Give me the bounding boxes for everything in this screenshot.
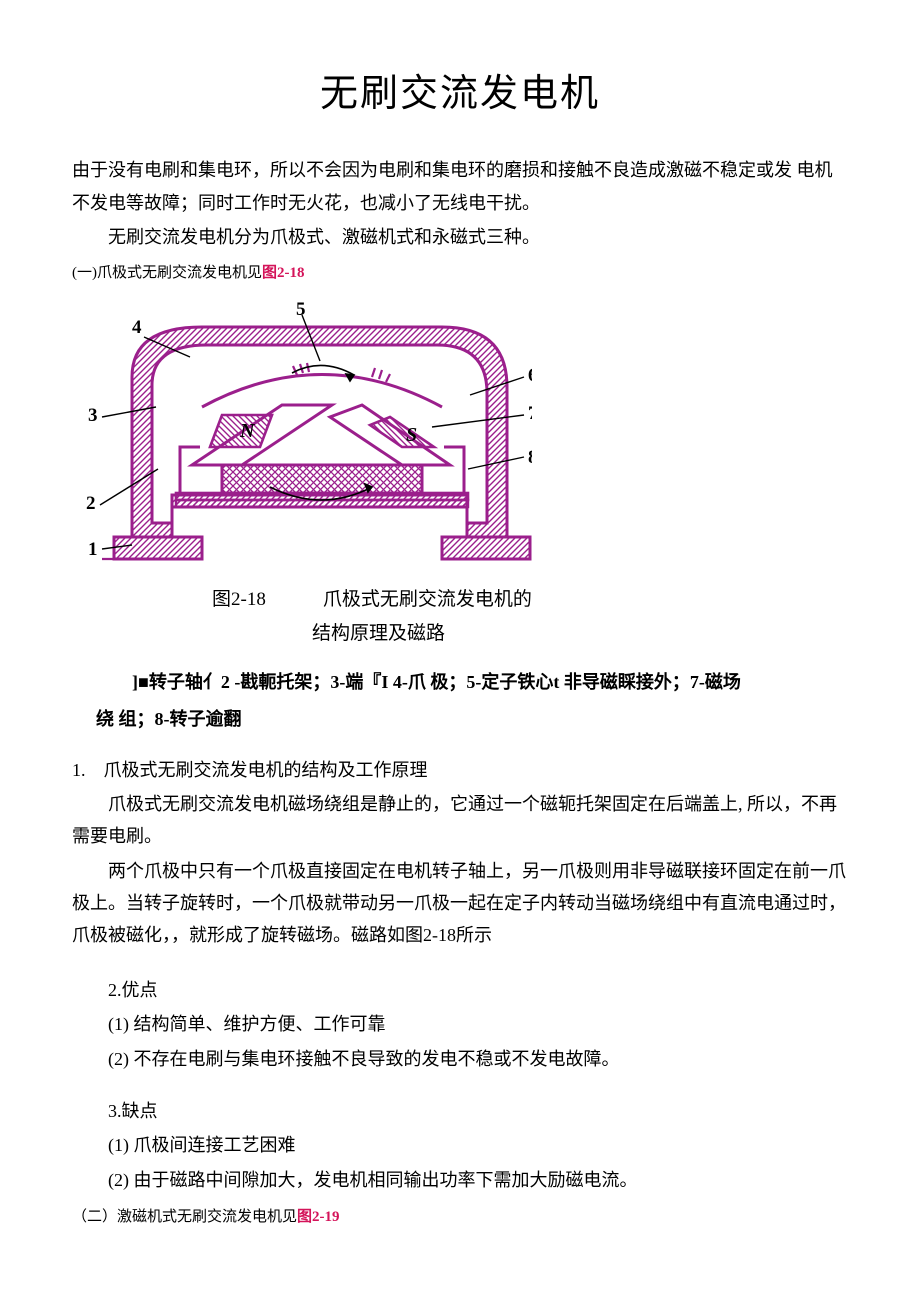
- figure-label-7: 7: [528, 403, 532, 424]
- disadvantages-block: 3.缺点 (1) 爪极间连接工艺困难 (2) 由于磁路中间隙加大，发电机相同输出…: [72, 1095, 848, 1196]
- figure-label-2: 2: [86, 493, 96, 514]
- body-paragraph-4: 两个爪极中只有一个爪极直接固定在电机转子轴上，另一爪极则用非导磁联接环固定在前一…: [72, 855, 848, 952]
- figure-label-3: 3: [88, 405, 98, 426]
- subsection-1-heading: 1. 爪极式无刷交流发电机的结构及工作原理: [72, 754, 848, 786]
- disadvantages-heading: 3.缺点: [108, 1095, 848, 1127]
- figure-label-4: 4: [132, 317, 142, 338]
- section-2-prefix: （二）激磁机式无刷交流发电机见: [72, 1209, 297, 1225]
- advantage-2: (2) 不存在电刷与集电环接触不良导致的发电不稳或不发电故障。: [108, 1043, 848, 1075]
- advantages-heading: 2.优点: [108, 974, 848, 1006]
- figure-caption-line1: 图2-18 爪极式无刷交流发电机的: [72, 583, 848, 617]
- figure-label-5: 5: [296, 299, 306, 320]
- figure-label-8: 8: [528, 447, 532, 468]
- figure-legend-line1: ]■转子轴亻2 -戡軛托架；3-端『I 4-爪 极；5-定子铁心t 非导磁睬接外…: [72, 665, 848, 699]
- figure-label-S: S: [406, 424, 417, 446]
- section-2-heading: （二）激磁机式无刷交流发电机见图2-19: [72, 1204, 848, 1231]
- section-1-prefix: (一)爪极式无刷交流发电机见: [72, 265, 262, 281]
- advantages-block: 2.优点 (1) 结构简单、维护方便、工作可靠 (2) 不存在电刷与集电环接触不…: [72, 974, 848, 1075]
- figure-ref-2-19: 图2-19: [297, 1209, 340, 1225]
- figure-label-6: 6: [528, 365, 532, 386]
- figure-2-18: N S 1 2 3 4 5 6 7 8: [72, 297, 532, 577]
- advantage-1: (1) 结构简单、维护方便、工作可靠: [108, 1008, 848, 1040]
- figure-label-1: 1: [88, 539, 98, 560]
- disadvantage-2: (2) 由于磁路中间隙加大，发电机相同输出功率下需加大励磁电流。: [108, 1164, 848, 1196]
- figure-caption-prefix: 图2-18: [212, 589, 266, 610]
- document-title: 无刷交流发电机: [72, 60, 848, 128]
- figure-ref-2-18: 图2-18: [262, 265, 305, 281]
- figure-label-N: N: [239, 420, 256, 442]
- body-paragraph-3: 爪极式无刷交流发电机磁场绕组是静止的，它通过一个磁轭托架固定在后端盖上, 所以，…: [72, 788, 848, 853]
- figure-caption-line2: 结构原理及磁路: [72, 617, 848, 651]
- disadvantage-1: (1) 爪极间连接工艺困难: [108, 1129, 848, 1161]
- figure-caption-main: 爪极式无刷交流发电机的: [323, 589, 532, 610]
- figure-2-18-svg: N S 1 2 3 4 5 6 7 8: [72, 297, 532, 577]
- section-1-heading: (一)爪极式无刷交流发电机见图2-18: [72, 260, 848, 287]
- figure-legend-line2: 绕 组；8-转子逾翻: [72, 703, 848, 735]
- intro-paragraph-2: 无刷交流发电机分为爪极式、激磁机式和永磁式三种。: [72, 221, 848, 253]
- intro-paragraph-1: 由于没有电刷和集电环，所以不会因为电刷和集电环的磨损和接触不良造成激磁不稳定或发…: [72, 154, 848, 219]
